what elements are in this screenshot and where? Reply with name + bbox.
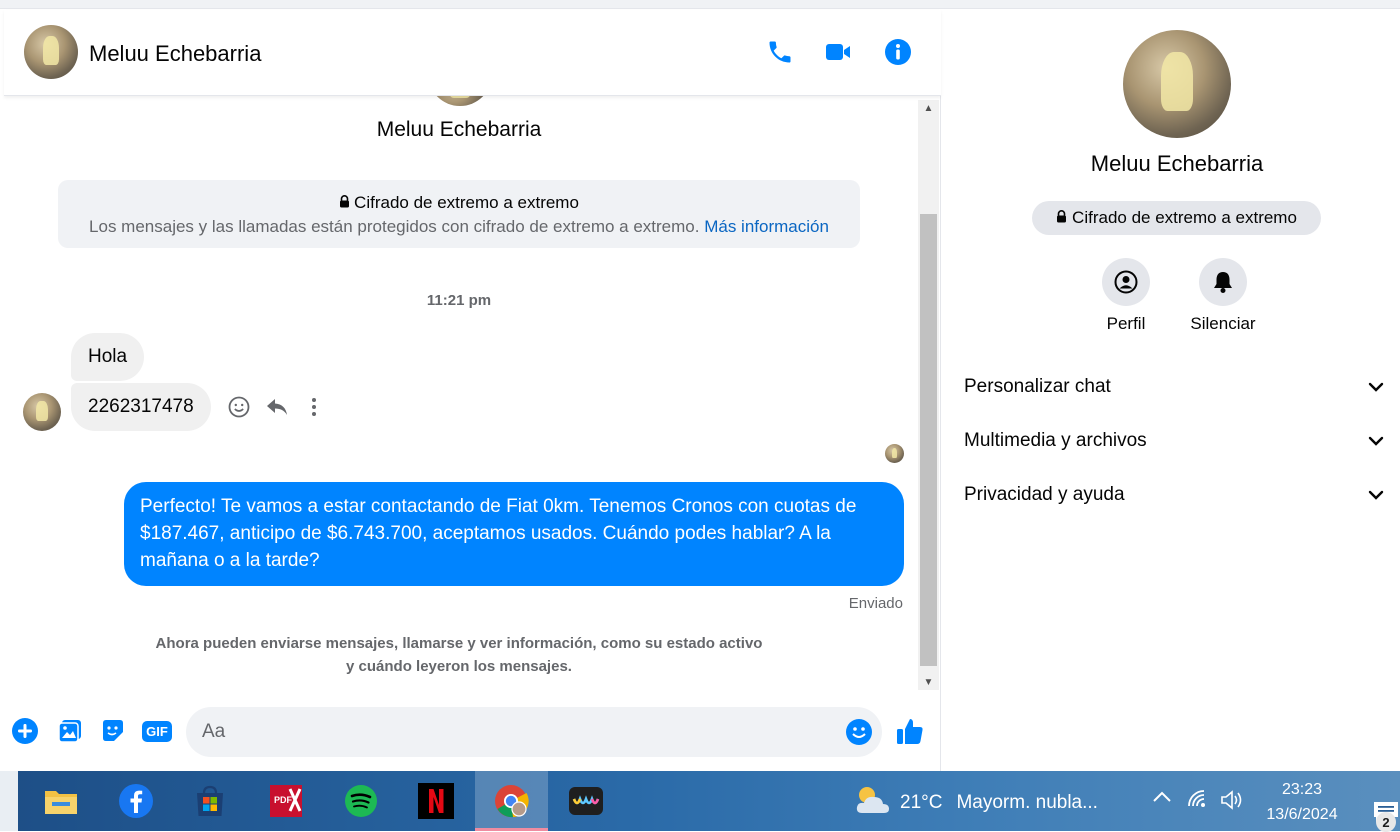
add-plus-icon[interactable]: [10, 716, 40, 746]
show-hidden-icons-chevron-up-icon[interactable]: [1152, 789, 1172, 809]
gif-icon[interactable]: GIF: [140, 716, 174, 746]
svg-text:PDF: PDF: [274, 795, 293, 805]
profile-avatar[interactable]: [1123, 30, 1231, 138]
scroll-up-arrow-icon[interactable]: ▲: [918, 100, 939, 116]
bell-icon[interactable]: [1199, 258, 1247, 306]
encryption-notice-description: Los mensajes y las llamadas están proteg…: [89, 217, 829, 236]
weather-description: Mayorm. nubla...: [956, 792, 1098, 813]
lock-icon: [339, 193, 350, 213]
chevron-down-icon: [1368, 436, 1384, 446]
volume-icon[interactable]: [1220, 789, 1246, 816]
more-info-link[interactable]: Más información: [704, 217, 829, 236]
partly-cloudy-icon: [852, 783, 892, 823]
emoji-icon[interactable]: [844, 717, 874, 747]
clock-time: 23:23: [1281, 781, 1323, 798]
contact-avatar[interactable]: [24, 25, 78, 79]
conversation-info-panel: Meluu Echebarria Cifrado de extremo a ex…: [942, 10, 1400, 771]
message-timestamp: 11:21 pm: [426, 292, 492, 309]
lock-icon: [1056, 208, 1067, 228]
profile-icon[interactable]: [1102, 258, 1150, 306]
encryption-pill[interactable]: Cifrado de extremo a extremo: [1032, 201, 1321, 235]
start-button[interactable]: [0, 771, 18, 831]
encryption-notice: Cifrado de extremo a extremo Los mensaje…: [58, 180, 860, 248]
weather-widget[interactable]: 21°C Mayorm. nubla...: [852, 783, 1098, 823]
chat-header: Meluu Echebarria: [4, 10, 941, 96]
photo-gallery-icon[interactable]: [55, 716, 85, 746]
message-input[interactable]: [202, 719, 822, 745]
file-explorer-icon[interactable]: [38, 778, 84, 824]
microsoft-store-icon[interactable]: [187, 778, 233, 824]
profile-name: Meluu Echebarria: [1090, 151, 1264, 176]
outgoing-message[interactable]: Perfecto! Te vamos a estar contactando d…: [124, 482, 904, 586]
chevron-down-icon: [1368, 382, 1384, 392]
clock[interactable]: 23:23 13/6/2024: [1252, 777, 1352, 827]
seen-indicator-avatar: [885, 444, 904, 463]
notification-count-badge: 2: [1376, 812, 1396, 832]
message-input-container: [186, 707, 882, 757]
facebook-icon[interactable]: [113, 778, 159, 824]
message-status: Enviado: [848, 595, 903, 612]
incoming-message[interactable]: 2262317478: [71, 383, 211, 431]
section-customize-chat[interactable]: Personalizar chat: [964, 367, 1384, 407]
taskbar: PDF 21°C Mayorm. nubla... 23:23 13/6/202…: [0, 771, 1400, 832]
netflix-icon[interactable]: [413, 778, 459, 824]
message-composer: GIF: [4, 700, 941, 764]
incoming-message[interactable]: Hola: [71, 333, 145, 381]
sender-avatar[interactable]: [23, 393, 61, 431]
message-list-scrollbar[interactable]: ▲ ▼: [918, 100, 939, 690]
like-thumb-icon[interactable]: [895, 716, 925, 746]
react-emoji-icon[interactable]: [225, 393, 253, 421]
clock-date: 13/6/2024: [1266, 806, 1338, 823]
phone-icon[interactable]: [764, 36, 796, 68]
contact-name[interactable]: Meluu Echebarria: [89, 41, 261, 67]
sticker-icon[interactable]: [98, 716, 128, 746]
browser-top-edge: [0, 0, 1400, 9]
connection-info-note: Ahora pueden enviarse mensajes, llamarse…: [155, 635, 763, 675]
profile-action[interactable]: Perfil: [1076, 258, 1176, 334]
section-media-files[interactable]: Multimedia y archivos: [964, 421, 1384, 461]
chrome-icon[interactable]: [488, 778, 534, 824]
mute-action[interactable]: Silenciar: [1173, 258, 1273, 334]
encryption-notice-title: Cifrado de extremo a extremo: [58, 193, 860, 213]
scroll-down-arrow-icon[interactable]: ▼: [918, 674, 939, 690]
info-icon[interactable]: [882, 36, 914, 68]
notification-center[interactable]: 2: [1370, 785, 1400, 832]
conversation-avatar: [428, 96, 492, 106]
pdf-editor-icon[interactable]: PDF: [263, 778, 309, 824]
spotify-icon[interactable]: [338, 778, 384, 824]
section-privacy-help[interactable]: Privacidad y ayuda: [964, 475, 1384, 515]
chevron-down-icon: [1368, 490, 1384, 500]
wifi-icon[interactable]: [1187, 789, 1209, 814]
app-icon[interactable]: [563, 778, 609, 824]
conversation-name: Meluu Echebarria: [376, 118, 542, 141]
chat-panel: Meluu Echebarria Meluu Echebarria Cifrad…: [4, 10, 941, 771]
video-camera-icon[interactable]: [822, 36, 854, 68]
reply-icon[interactable]: [263, 393, 291, 421]
weather-temperature: 21°C: [900, 792, 943, 813]
scroll-thumb[interactable]: [920, 214, 937, 666]
message-list[interactable]: Meluu Echebarria Cifrado de extremo a ex…: [4, 96, 941, 691]
more-options-icon[interactable]: [300, 393, 328, 421]
